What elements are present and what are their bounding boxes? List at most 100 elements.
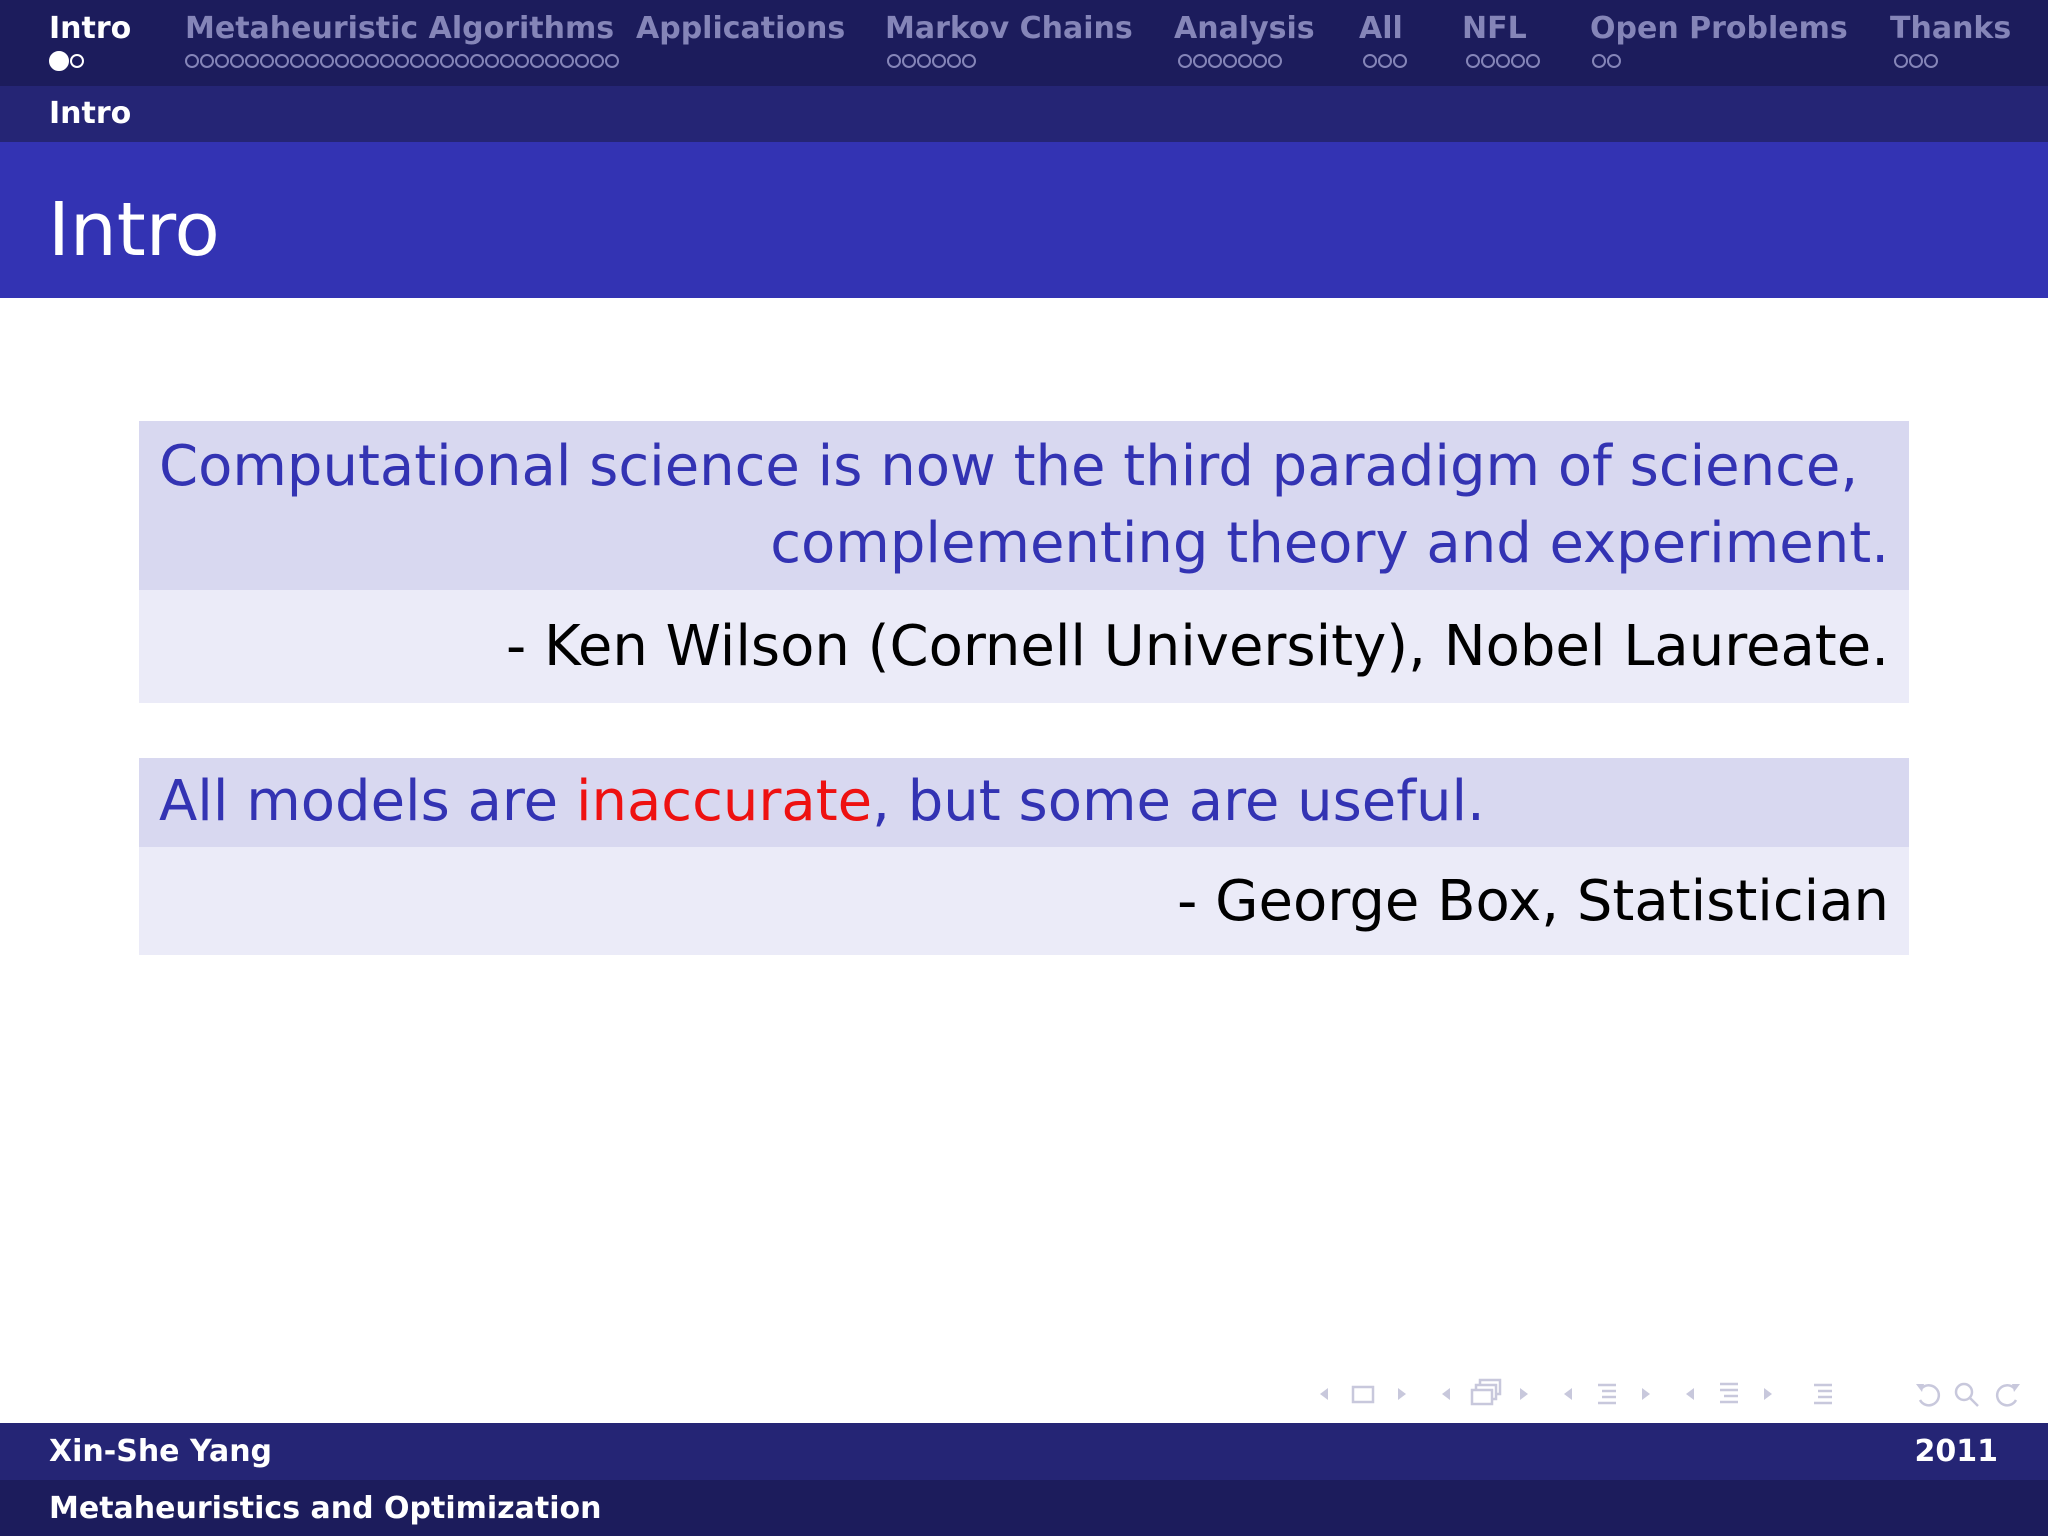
frame-dot[interactable] [1253,53,1267,68]
frame-dot[interactable] [1178,53,1192,68]
nav-next-frame-icon[interactable] [1398,1388,1406,1400]
frame-dot[interactable] [962,53,976,68]
frame-dot[interactable] [1496,53,1510,68]
frame-dot[interactable] [1511,53,1525,68]
footer-year: 2011 [1914,1434,1999,1469]
frame-dot[interactable] [605,53,619,68]
subsection-label[interactable]: Intro [49,94,131,134]
frame-dot[interactable] [1208,53,1222,68]
frame-dot[interactable] [1924,53,1938,68]
frame-dot[interactable] [1363,53,1377,68]
frame-dot[interactable] [1592,53,1606,68]
forward-icon[interactable] [1995,1384,2020,1407]
nav-section-label[interactable]: All [1359,8,1408,50]
nav-section-label[interactable]: Intro [49,8,131,50]
frame-dot[interactable] [260,53,274,68]
nav-section-analysis[interactable]: Analysis [1174,8,1315,76]
nav-section-label[interactable]: NFL [1462,8,1541,50]
frame-dot[interactable] [230,53,244,68]
quote-line: Computational science is now the third p… [159,434,1859,499]
frame-dot[interactable] [1378,53,1392,68]
nav-section-nfl[interactable]: NFL [1462,8,1541,76]
frame-dot[interactable] [530,53,544,68]
nav-section-label[interactable]: Markov Chains [885,8,1133,50]
nav-section-label[interactable]: Open Problems [1590,8,1848,50]
frame-dot[interactable] [425,53,439,68]
frame-dot[interactable] [1268,53,1282,68]
frame-dot[interactable] [485,53,499,68]
frame-dot[interactable] [1481,53,1495,68]
footer-talk-title: Metaheuristics and Optimization [49,1491,602,1526]
frame-dot[interactable] [290,53,304,68]
quote-attribution: - George Box, Statistician [139,847,1909,955]
frame-dot[interactable] [590,53,604,68]
frame-dot[interactable] [887,53,901,68]
frame-dot[interactable] [185,53,199,68]
quote-block-box: All models are inaccurate, but some are … [139,758,1909,955]
frame-dot[interactable] [500,53,514,68]
nav-next-subsection-icon[interactable] [1642,1388,1650,1400]
frame-dot[interactable] [1466,53,1480,68]
frame-dot[interactable] [70,53,84,68]
nav-prev-subsection-icon[interactable] [1564,1388,1572,1400]
frame-dot[interactable] [245,53,259,68]
frame-dot[interactable] [932,53,946,68]
frame-dot[interactable] [410,53,424,68]
quote-text: Computational science is now the third p… [139,421,1909,590]
nav-section-thanks[interactable]: Thanks [1890,8,2011,76]
frame-dot[interactable] [1909,53,1923,68]
nav-prev-slide-icon[interactable] [1442,1388,1450,1400]
frame-dot[interactable] [1607,53,1621,68]
section-navigation [1686,1382,1772,1404]
frame-dot[interactable] [1193,53,1207,68]
frame-dot[interactable] [902,53,916,68]
nav-next-slide-icon[interactable] [1520,1388,1528,1400]
frame-dot[interactable] [470,53,484,68]
subsection-icon[interactable] [1598,1383,1616,1405]
frame-dot[interactable] [395,53,409,68]
search-icon[interactable] [1954,1382,1979,1407]
frame-dot[interactable] [335,53,349,68]
frame-dot[interactable] [947,53,961,68]
nav-section-open-problems[interactable]: Open Problems [1590,8,1848,76]
section-icon[interactable] [1720,1382,1738,1404]
frame-dot[interactable] [320,53,334,68]
frame-dot[interactable] [455,53,469,68]
frame-dot[interactable] [575,53,589,68]
frame-dot[interactable] [365,53,379,68]
nav-section-label[interactable]: Analysis [1174,8,1315,50]
frame-dot[interactable] [560,53,574,68]
frame-icon[interactable] [1351,1385,1375,1404]
back-icon[interactable] [1916,1384,1941,1407]
nav-section-metaheuristic-algorithms[interactable]: Metaheuristic Algorithms [185,8,620,76]
frame-dot[interactable] [1223,53,1237,68]
nav-section-all[interactable]: All [1359,8,1408,76]
nav-prev-frame-icon[interactable] [1320,1388,1328,1400]
frame-dot[interactable] [275,53,289,68]
nav-section-label[interactable]: Thanks [1890,8,2011,50]
current-frame-dot[interactable] [49,50,69,71]
frame-dot[interactable] [440,53,454,68]
slides-icon[interactable] [1470,1378,1502,1406]
frame-dot[interactable] [1238,53,1252,68]
frame-dot[interactable] [1393,53,1407,68]
frame-dot[interactable] [305,53,319,68]
frame-dot[interactable] [215,53,229,68]
frame-dot[interactable] [515,53,529,68]
frame-dot[interactable] [1526,53,1540,68]
frame-dot[interactable] [350,53,364,68]
frame-dot[interactable] [545,53,559,68]
nav-section-label[interactable]: Applications [636,8,845,50]
frame-dot[interactable] [1894,53,1908,68]
frame-dot[interactable] [917,53,931,68]
frame-dot[interactable] [200,53,214,68]
frame-dot[interactable] [380,53,394,68]
nav-next-section-icon[interactable] [1764,1388,1772,1400]
quote-attribution: - Ken Wilson (Cornell University), Nobel… [139,590,1909,703]
nav-section-label[interactable]: Metaheuristic Algorithms [185,8,620,50]
toc-icon[interactable] [1814,1383,1832,1405]
nav-prev-section-icon[interactable] [1686,1388,1694,1400]
nav-section-applications[interactable]: Applications [636,8,845,50]
nav-section-intro[interactable]: Intro [49,8,131,76]
nav-section-markov-chains[interactable]: Markov Chains [885,8,1133,76]
